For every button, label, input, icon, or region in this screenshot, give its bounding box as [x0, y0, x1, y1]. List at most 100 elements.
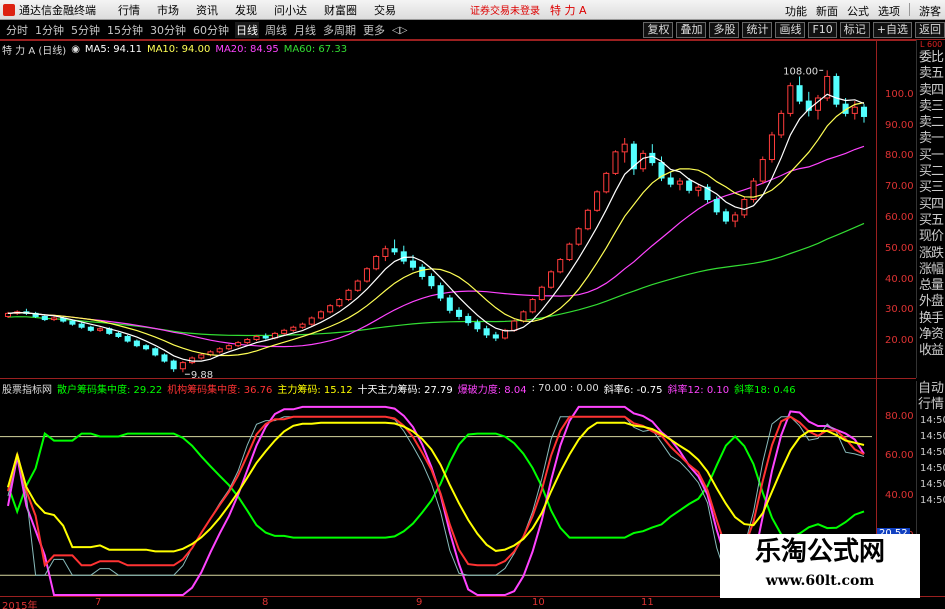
- candle-body: [529, 299, 536, 313]
- tab-monthly[interactable]: 月线: [293, 22, 317, 38]
- tab-daily[interactable]: 日线: [235, 22, 259, 38]
- tab-intraday[interactable]: 分时: [5, 22, 29, 38]
- indicator-legend: 股票指标网 散户筹码集中度: 29.22 机构筹码集中度: 36.76 主力筹码…: [2, 381, 801, 396]
- date-axis-label: 9: [416, 597, 423, 608]
- side-panel-item[interactable]: 买二: [917, 164, 945, 180]
- candle-body: [327, 305, 334, 313]
- side-panel-item[interactable]: 买五: [917, 213, 945, 229]
- guest-link[interactable]: 游客: [919, 3, 941, 19]
- candle-body: [50, 317, 58, 321]
- quote-side-panel: L 600 委比 卖五 卖四 卖三 卖二 卖一 买一 买二 买三 买四 买五 现价 涨跌 涨幅 总量 外盘 换手…: [916, 40, 945, 378]
- menu-ask[interactable]: 问小达: [274, 2, 307, 18]
- candle-body: [400, 251, 407, 262]
- side-panel-item[interactable]: 卖三: [917, 99, 945, 115]
- ma-toggle-icon[interactable]: ◉: [71, 44, 80, 55]
- ma5-line-path: [7, 93, 865, 362]
- link-function[interactable]: 功能: [785, 3, 807, 19]
- overlay-button[interactable]: 叠加: [676, 22, 707, 38]
- candle-body: [520, 311, 527, 322]
- menu-discover[interactable]: 发现: [235, 2, 257, 18]
- side-panel-item[interactable]: 买一: [917, 148, 945, 164]
- indicator-title[interactable]: 股票指标网: [2, 381, 52, 396]
- candle-body: [152, 348, 159, 356]
- menu-news[interactable]: 资讯: [196, 2, 218, 18]
- tab-5min[interactable]: 5分钟: [70, 22, 101, 38]
- menu-trade[interactable]: 交易: [374, 2, 396, 18]
- date-axis-label: 2015年: [2, 601, 38, 609]
- ma10-line: [7, 102, 865, 357]
- candle-body: [281, 329, 288, 334]
- candle-body: [97, 328, 104, 331]
- tab-15min[interactable]: 15分钟: [106, 22, 144, 38]
- adjust-button[interactable]: 复权: [643, 22, 674, 38]
- candle-body: [796, 85, 803, 102]
- side-panel-item[interactable]: 买四: [917, 197, 945, 213]
- link-new-page[interactable]: 新面: [816, 3, 838, 19]
- ten-day-label: 十天主力筹码: 27.79: [357, 384, 453, 396]
- candle-body: [492, 334, 499, 339]
- indicator-axis-label: 80.00: [885, 410, 914, 422]
- side-panel-item[interactable]: 涨幅: [917, 262, 945, 278]
- candle-body: [143, 345, 150, 350]
- multi-stock-button[interactable]: 多股: [709, 22, 740, 38]
- side-quotes[interactable]: 行情: [917, 397, 945, 413]
- tab-60min[interactable]: 60分钟: [192, 22, 230, 38]
- candle-body: [474, 322, 481, 330]
- candle-body: [216, 348, 223, 353]
- login-status[interactable]: 证券交易未登录: [470, 2, 540, 17]
- candle-body: [833, 75, 840, 105]
- link-options[interactable]: 选项: [878, 3, 900, 19]
- tab-more[interactable]: 更多: [362, 22, 386, 38]
- candle-body: [695, 186, 702, 191]
- add-watchlist-button[interactable]: +自选: [872, 22, 912, 38]
- side-panel-item[interactable]: 卖五: [917, 66, 945, 82]
- ma10-line-path: [7, 102, 865, 357]
- candle-body: [575, 228, 582, 245]
- candle-body: [548, 271, 555, 288]
- tab-1min[interactable]: 1分钟: [34, 22, 65, 38]
- back-button[interactable]: 返回: [915, 22, 945, 38]
- candle-body: [649, 152, 656, 164]
- menu-market[interactable]: 市场: [157, 2, 179, 18]
- menu-wealth[interactable]: 财富圈: [324, 2, 357, 18]
- time-label: 14:50: [920, 463, 945, 474]
- side-panel-item[interactable]: 买三: [917, 180, 945, 196]
- tab-weekly[interactable]: 周线: [264, 22, 288, 38]
- f10-button[interactable]: F10: [808, 22, 837, 38]
- scroll-arrows-icon[interactable]: ◁▷: [392, 25, 407, 36]
- menu-quotes[interactable]: 行情: [118, 2, 140, 18]
- side-panel-item[interactable]: 涨跌: [917, 246, 945, 262]
- side-auto[interactable]: 自动: [917, 381, 945, 397]
- tab-multi-period[interactable]: 多周期: [322, 22, 357, 38]
- candle-body: [566, 243, 573, 261]
- watermark-url: www.60lt.com: [765, 573, 875, 589]
- side-panel-item[interactable]: 委比: [917, 50, 945, 66]
- side-panel-item[interactable]: 净资: [917, 327, 945, 343]
- tab-30min[interactable]: 30分钟: [149, 22, 187, 38]
- stock-title: 特 力 A: [550, 3, 587, 17]
- draw-line-button[interactable]: 画线: [775, 22, 806, 38]
- ma20-line-path: [7, 145, 865, 348]
- side-panel-item[interactable]: 总量: [917, 278, 945, 294]
- stats-button[interactable]: 统计: [742, 22, 773, 38]
- candle-body: [686, 180, 693, 191]
- side-panel-item[interactable]: 卖四: [917, 83, 945, 99]
- candle-body: [603, 172, 610, 193]
- candlestick-series: [4, 70, 868, 373]
- candle-body: [41, 315, 48, 321]
- price-axis-label: 80.00: [885, 150, 914, 162]
- chart-canvas[interactable]: 108.009.88: [0, 40, 916, 596]
- date-axis-label: 8: [262, 597, 269, 608]
- candle-body: [557, 259, 564, 273]
- price-axis-label: 100.0: [885, 88, 914, 100]
- side-panel-item[interactable]: 卖一: [917, 131, 945, 147]
- side-panel-item[interactable]: 换手: [917, 311, 945, 327]
- candle-body: [317, 311, 324, 319]
- side-panel-item[interactable]: 外盘: [917, 294, 945, 310]
- side-panel-item[interactable]: 卖二: [917, 115, 945, 131]
- side-panel-item[interactable]: 收益: [917, 343, 945, 359]
- mark-button[interactable]: 标记: [839, 22, 870, 38]
- link-formula[interactable]: 公式: [847, 3, 869, 19]
- candle-body: [455, 309, 463, 317]
- side-panel-item[interactable]: 现价: [917, 229, 945, 245]
